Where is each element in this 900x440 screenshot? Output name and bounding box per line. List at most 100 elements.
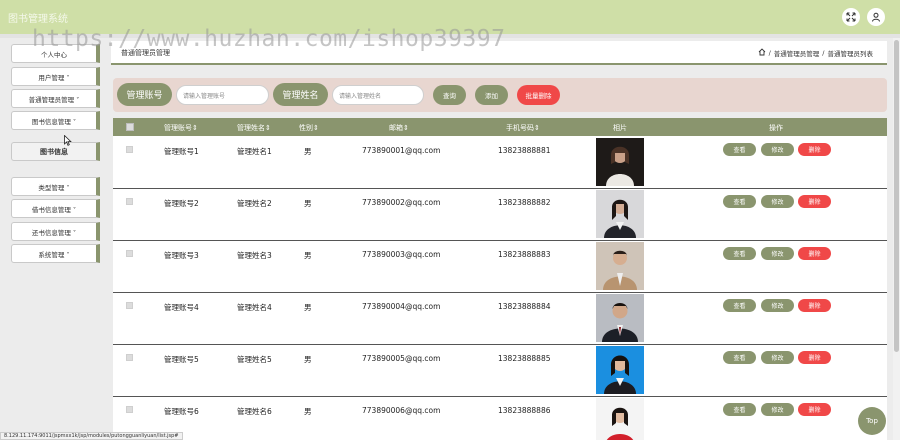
cell-name: 管理姓名5 (237, 355, 272, 364)
cell-email: 773890006@qq.com (362, 406, 441, 415)
cell-phone: 13823888882 (498, 198, 551, 207)
edit-button[interactable]: 修改 (761, 195, 794, 208)
cell-name: 管理姓名6 (237, 407, 272, 416)
breadcrumb-path: / 普通管理员管理 / 普通管理员列表 (758, 48, 873, 58)
edit-button[interactable]: 修改 (761, 247, 794, 260)
sidebar-item-category[interactable]: 类型管理 ˅ (11, 177, 100, 196)
delete-button[interactable]: 删除 (798, 143, 831, 156)
sidebar-item-system[interactable]: 系统管理 ˅ (11, 244, 100, 263)
query-button[interactable]: 查询 (433, 85, 466, 105)
table-row: 管理账号5 管理姓名5 男 773890005@qq.com 138238888… (113, 345, 887, 397)
header-email[interactable]: 邮箱⇕ (389, 123, 409, 133)
mouse-cursor-icon (64, 134, 72, 149)
row-checkbox[interactable] (126, 354, 133, 361)
edit-button[interactable]: 修改 (761, 299, 794, 312)
delete-button[interactable]: 删除 (798, 403, 831, 416)
cell-phone: 13823888881 (498, 146, 551, 155)
cell-gender: 男 (304, 251, 312, 260)
view-button[interactable]: 查看 (723, 247, 756, 260)
cell-email: 773890002@qq.com (362, 198, 441, 207)
photo-image (596, 294, 644, 342)
app-title: 图书管理系统 (8, 13, 68, 25)
sidebar-item-users[interactable]: 用户管理 ˅ (11, 67, 100, 86)
cell-name: 管理姓名4 (237, 303, 272, 312)
delete-button[interactable]: 删除 (798, 351, 831, 364)
cell-gender: 男 (304, 355, 312, 364)
cell-email: 773890003@qq.com (362, 250, 441, 259)
cell-email: 773890005@qq.com (362, 354, 441, 363)
photo-image (596, 346, 644, 394)
row-checkbox[interactable] (126, 198, 133, 205)
cell-gender: 男 (304, 199, 312, 208)
edit-button[interactable]: 修改 (761, 351, 794, 364)
breadcrumb-separator: / (822, 49, 825, 57)
header-photo: 相片 (613, 124, 627, 132)
account-search-input[interactable]: 请输入管理账号 (176, 85, 269, 105)
edit-button[interactable]: 修改 (761, 143, 794, 156)
sidebar-item-admin-management[interactable]: 普通管理员管理 ˅ (11, 89, 100, 108)
delete-button[interactable]: 删除 (798, 247, 831, 260)
row-checkbox[interactable] (126, 250, 133, 257)
cell-account: 管理账号2 (164, 199, 199, 208)
name-search-input[interactable]: 请输入管理姓名 (332, 85, 424, 105)
cell-account: 管理账号6 (164, 407, 199, 416)
cell-email: 773890004@qq.com (362, 302, 441, 311)
view-button[interactable]: 查看 (723, 403, 756, 416)
edit-button[interactable]: 修改 (761, 403, 794, 416)
sidebar-item-borrow[interactable]: 借书信息管理 ˅ (11, 199, 100, 218)
breadcrumb-level-1[interactable]: 普通管理员管理 (774, 48, 820, 58)
breadcrumb-level-2: 普通管理员列表 (827, 50, 874, 58)
view-button[interactable]: 查看 (723, 351, 756, 364)
row-checkbox[interactable] (126, 146, 133, 153)
cell-gender: 男 (304, 303, 312, 312)
header-phone[interactable]: 手机号码⇕ (506, 123, 540, 133)
sidebar-item-profile[interactable]: 个人中心 (11, 44, 100, 63)
table-row: 管理账号6 管理姓名6 男 773890006@qq.com 138238888… (113, 397, 887, 440)
cell-account: 管理账号5 (164, 355, 199, 364)
row-checkbox[interactable] (126, 302, 133, 309)
add-button[interactable]: 添加 (475, 85, 508, 105)
table-header: 管理账号⇕ 管理姓名⇕ 性别⇕ 邮箱⇕ 手机号码⇕ 相片 操作 (113, 118, 887, 136)
sidebar-item-return[interactable]: 还书信息管理 ˅ (11, 222, 100, 241)
row-checkbox[interactable] (126, 406, 133, 413)
delete-button[interactable]: 删除 (798, 195, 831, 208)
header-actions: 操作 (769, 124, 783, 132)
cell-gender: 男 (304, 407, 312, 416)
header-gender[interactable]: 性别⇕ (299, 123, 319, 133)
page-title: 普通管理员管理 (121, 49, 170, 57)
photo-image (596, 242, 644, 290)
name-label: 管理姓名 (273, 83, 328, 106)
photo-image (596, 398, 644, 440)
view-button[interactable]: 查看 (723, 143, 756, 156)
home-icon[interactable] (758, 48, 766, 58)
cell-email: 773890001@qq.com (362, 146, 441, 155)
table-row: 管理账号1 管理姓名1 男 773890001@qq.com 138238888… (113, 137, 887, 189)
table-row: 管理账号4 管理姓名4 男 773890004@qq.com 138238888… (113, 293, 887, 345)
table-row: 管理账号2 管理姓名2 男 773890002@qq.com 138238888… (113, 189, 887, 241)
admin-table: 管理账号⇕ 管理姓名⇕ 性别⇕ 邮箱⇕ 手机号码⇕ 相片 操作 管理账号1 管理… (113, 118, 887, 440)
header-account[interactable]: 管理账号⇕ (164, 123, 198, 133)
cell-name: 管理姓名1 (237, 147, 272, 156)
header-name[interactable]: 管理姓名⇕ (237, 123, 271, 133)
cell-phone: 13823888886 (498, 406, 551, 415)
cell-account: 管理账号4 (164, 303, 199, 312)
cell-phone: 13823888885 (498, 354, 551, 363)
delete-button[interactable]: 删除 (798, 299, 831, 312)
view-button[interactable]: 查看 (723, 195, 756, 208)
cell-account: 管理账号3 (164, 251, 199, 260)
sidebar-item-book-info[interactable]: 图书信息 (11, 142, 100, 161)
fullscreen-icon[interactable] (842, 8, 860, 26)
view-button[interactable]: 查看 (723, 299, 756, 312)
breadcrumb: 普通管理员管理 / 普通管理员管理 / 普通管理员列表 (111, 41, 887, 65)
cell-account: 管理账号1 (164, 147, 199, 156)
user-icon[interactable] (867, 8, 885, 26)
cell-name: 管理姓名3 (237, 251, 272, 260)
select-all-checkbox[interactable] (126, 123, 134, 131)
cell-gender: 男 (304, 147, 312, 156)
cell-phone: 13823888883 (498, 250, 551, 259)
status-url: 8.129.11.174:9011/jspmxx1k/jsp/modules/p… (0, 432, 183, 440)
back-to-top-button[interactable]: Top (858, 407, 886, 435)
sidebar-item-book-management[interactable]: 图书信息管理 ˅ (11, 111, 100, 130)
batch-delete-button[interactable]: 批量删除 (517, 85, 560, 105)
scrollbar-thumb[interactable] (894, 40, 899, 352)
